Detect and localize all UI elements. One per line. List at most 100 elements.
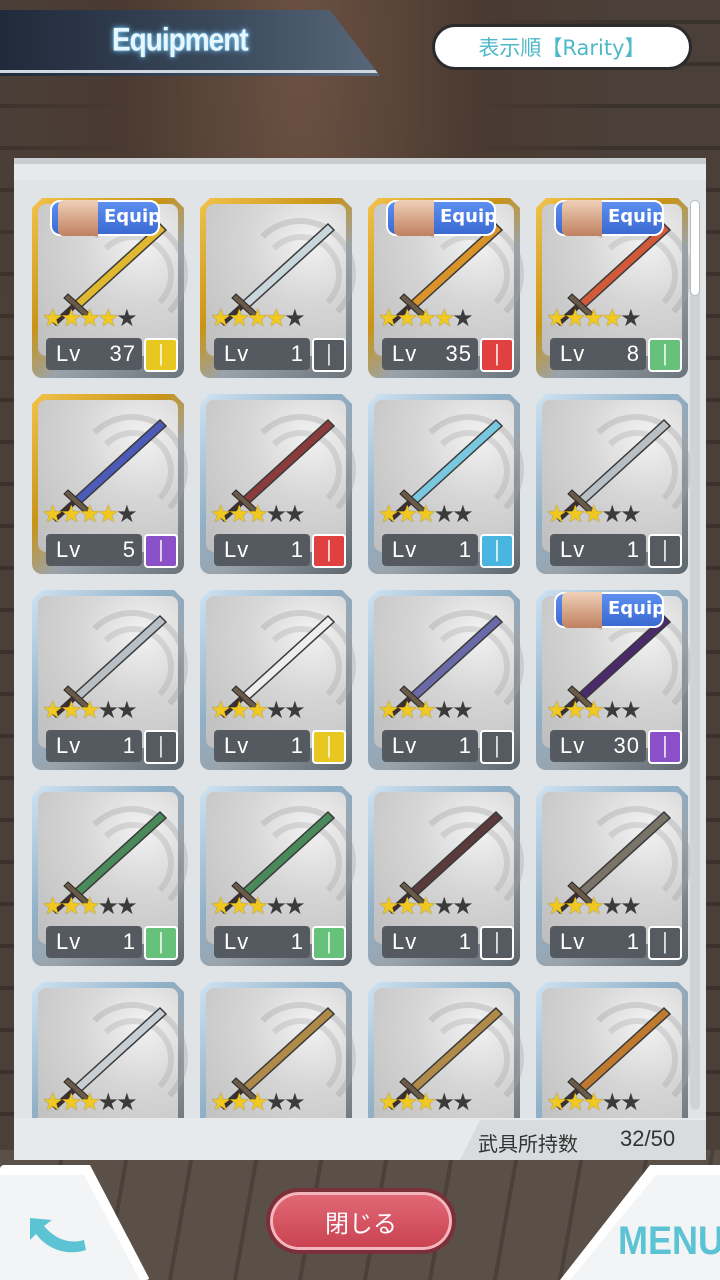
equip-badge: Equip xyxy=(554,592,666,628)
weapon-card[interactable]: ★★★★★ xyxy=(536,982,692,1118)
star-icon: ★ xyxy=(396,1088,418,1116)
weapon-card[interactable]: ★★★★★ xyxy=(32,982,188,1118)
level-value: 5 xyxy=(122,537,136,562)
character-avatar xyxy=(562,592,602,628)
count-value: 32/50 xyxy=(620,1126,676,1151)
rarity-stars: ★★★★★ xyxy=(546,304,642,332)
star-icon: ★ xyxy=(378,500,399,528)
level-value: 8 xyxy=(626,341,640,366)
weapon-card[interactable]: ★★★★★ Lv 1 │ xyxy=(32,786,188,966)
star-icon: ★ xyxy=(601,304,623,332)
star-icon: ★ xyxy=(60,1088,82,1116)
star-icon: ★ xyxy=(265,696,287,724)
star-icon: ★ xyxy=(97,500,119,528)
level-bar: Lv 1 xyxy=(46,730,142,762)
star-icon: ★ xyxy=(247,696,268,724)
star-icon: ★ xyxy=(620,500,641,528)
weapon-card[interactable]: ★★★★★ Lv 1 │ xyxy=(368,394,524,574)
star-icon: ★ xyxy=(284,696,305,724)
star-icon: ★ xyxy=(620,304,641,332)
weapon-type-icon: │ xyxy=(312,534,346,568)
weapon-card[interactable]: Equip ★★★★★ Lv 30 │ xyxy=(536,590,692,770)
star-icon: ★ xyxy=(415,500,436,528)
menu-button[interactable]: MENU xyxy=(618,1218,720,1264)
sort-order-button[interactable]: 表示順【Rarity】 xyxy=(432,24,692,70)
level-bar: Lv 1 xyxy=(550,926,646,958)
level-value: 1 xyxy=(458,929,472,954)
star-icon: ★ xyxy=(620,892,641,920)
weapon-card[interactable]: ★★★★★ Lv 5 │ xyxy=(32,394,188,574)
weapon-type-icon: │ xyxy=(312,926,346,960)
close-button[interactable]: 閉じる xyxy=(266,1188,456,1254)
star-icon: ★ xyxy=(564,304,586,332)
weapon-type-icon: │ xyxy=(480,730,514,764)
star-icon: ★ xyxy=(79,500,100,528)
weapon-card[interactable]: ★★★★★ Lv 1 │ xyxy=(32,590,188,770)
star-icon: ★ xyxy=(452,500,473,528)
star-icon: ★ xyxy=(228,304,250,332)
star-icon: ★ xyxy=(247,304,268,332)
star-icon: ★ xyxy=(60,696,82,724)
weapon-card[interactable]: ★★★★★ Lv 1 │ xyxy=(200,198,356,378)
star-icon: ★ xyxy=(546,500,567,528)
star-icon: ★ xyxy=(60,500,82,528)
weapon-card[interactable]: ★★★★★ xyxy=(200,982,356,1118)
star-icon: ★ xyxy=(210,892,231,920)
star-icon: ★ xyxy=(583,304,604,332)
level-value: 1 xyxy=(122,733,136,758)
star-icon: ★ xyxy=(620,1088,641,1116)
star-icon: ★ xyxy=(42,500,63,528)
weapon-card[interactable]: ★★★★★ xyxy=(368,982,524,1118)
star-icon: ★ xyxy=(583,1088,604,1116)
equip-label: Equip xyxy=(104,206,162,227)
star-icon: ★ xyxy=(79,1088,100,1116)
star-icon: ★ xyxy=(97,304,119,332)
star-icon: ★ xyxy=(564,500,586,528)
weapon-card[interactable]: ★★★★★ Lv 1 │ xyxy=(536,786,692,966)
rarity-stars: ★★★★★ xyxy=(210,500,306,528)
weapon-card[interactable]: ★★★★★ Lv 1 │ xyxy=(536,394,692,574)
weapon-card[interactable]: ★★★★★ Lv 1 │ xyxy=(200,786,356,966)
level-bar: Lv 1 xyxy=(214,338,310,370)
weapon-card[interactable]: ★★★★★ Lv 1 │ xyxy=(200,590,356,770)
scrollbar-thumb[interactable] xyxy=(690,200,700,296)
star-icon: ★ xyxy=(433,304,455,332)
equipment-grid[interactable]: Equip ★★★★★ Lv 37 │ ★★★★★ Lv 1 │ Equip ★★★★★ Lv 35 │ E… xyxy=(14,180,706,1118)
level-value: 1 xyxy=(458,537,472,562)
weapon-card[interactable]: Equip ★★★★★ Lv 37 │ xyxy=(32,198,188,378)
weapon-card[interactable]: ★★★★★ Lv 1 │ xyxy=(368,786,524,966)
back-arrow-icon[interactable] xyxy=(22,1210,92,1262)
rarity-stars: ★★★★★ xyxy=(546,698,642,722)
level-value: 37 xyxy=(109,341,136,366)
level-bar: Lv 35 xyxy=(382,338,478,370)
star-icon: ★ xyxy=(378,304,399,332)
weapon-card[interactable]: Equip ★★★★★ Lv 35 │ xyxy=(368,198,524,378)
level-bar: Lv 1 xyxy=(382,534,478,566)
level-bar: Lv 1 xyxy=(214,534,310,566)
weapon-type-icon: │ xyxy=(312,730,346,764)
character-avatar xyxy=(394,200,434,236)
rarity-stars: ★★★★★ xyxy=(210,892,306,920)
weapon-type-icon: │ xyxy=(480,534,514,568)
scrollbar-track[interactable] xyxy=(690,200,700,1110)
star-icon: ★ xyxy=(378,696,399,724)
star-icon: ★ xyxy=(396,500,418,528)
star-icon: ★ xyxy=(228,696,250,724)
star-icon: ★ xyxy=(452,696,473,724)
level-bar: Lv 37 xyxy=(46,338,142,370)
level-bar: Lv 30 xyxy=(550,730,646,762)
equip-label: Equip xyxy=(608,598,666,619)
weapon-card[interactable]: ★★★★★ Lv 1 │ xyxy=(200,394,356,574)
weapon-card[interactable]: ★★★★★ Lv 1 │ xyxy=(368,590,524,770)
level-bar: Lv 1 xyxy=(382,926,478,958)
star-icon: ★ xyxy=(265,500,287,528)
level-bar: Lv 1 xyxy=(550,534,646,566)
star-icon: ★ xyxy=(433,892,455,920)
star-icon: ★ xyxy=(452,304,473,332)
star-icon: ★ xyxy=(452,1088,473,1116)
weapon-card[interactable]: Equip ★★★★★ Lv 8 │ xyxy=(536,198,692,378)
weapon-type-icon: │ xyxy=(648,338,682,372)
star-icon: ★ xyxy=(546,1088,567,1116)
level-value: 1 xyxy=(122,929,136,954)
rarity-stars: ★★★★★ xyxy=(378,500,474,528)
